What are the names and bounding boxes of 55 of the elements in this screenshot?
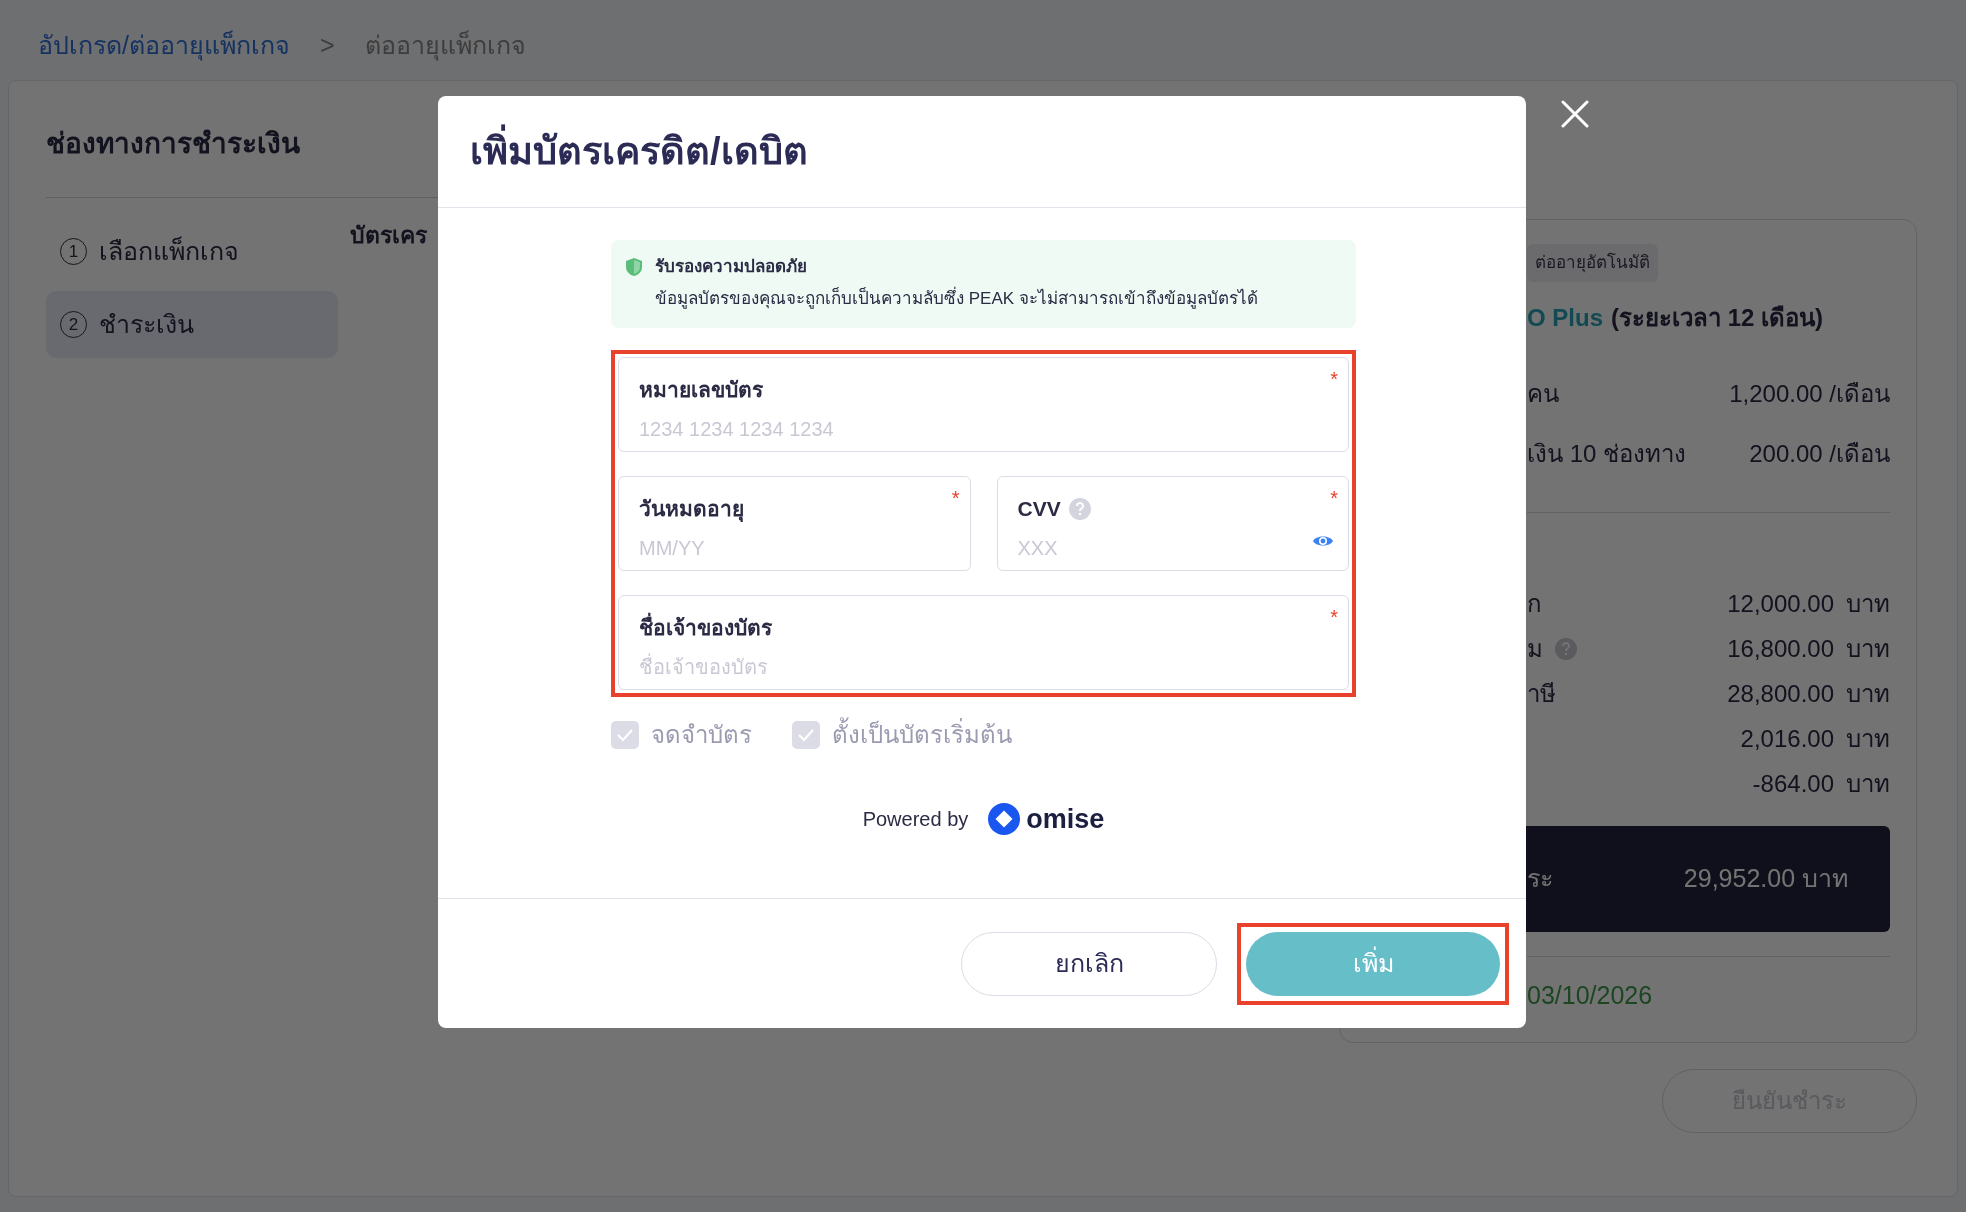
item-value: 1,200.00 /เดือน: [1729, 378, 1890, 409]
help-icon[interactable]: [1068, 497, 1091, 520]
dialog-title: เพิ่มบัตรเครดิต/เดบิต: [470, 123, 808, 180]
add-button[interactable]: เพิ่ม: [1246, 931, 1500, 996]
breadcrumb-separator: >: [319, 30, 335, 62]
total-row-amount: 28,800.00: [1727, 679, 1834, 709]
notice-text: ข้อมูลบัตรของคุณจะถูกเก็บเป็นความลับซึ่ง PEAK จะไม่สามารถเข้าถึงข้อมูลบัตรได้: [654, 285, 1259, 311]
total-row-label: ม: [1527, 634, 1543, 664]
brand-name: omise: [1026, 803, 1105, 836]
total-row-amount: 2,016.00: [1740, 724, 1834, 754]
step-item[interactable]: 2 ชำระเงิน: [46, 291, 338, 358]
step-label: ชำระเงิน: [99, 308, 194, 340]
plan-name: O Plus: [1527, 302, 1604, 333]
cancel-button[interactable]: ยกเลิก: [961, 931, 1217, 996]
section-heading: บัตรเคร: [350, 221, 427, 250]
total-row-amount: 16,800.00: [1727, 634, 1834, 664]
currency-unit: บาท: [1846, 634, 1890, 664]
checkbox-label: ตั้งเป็นบัตรเริ่มต้น: [832, 717, 1012, 753]
shield-icon: [625, 256, 643, 277]
required-asterisk: *: [1330, 367, 1338, 392]
diamond-logo-icon: [988, 803, 1021, 836]
field-label: CVV: [1017, 496, 1061, 522]
help-icon[interactable]: [1555, 638, 1577, 660]
required-asterisk: *: [1330, 486, 1338, 511]
step-label: เลือกแพ็กเกจ: [99, 235, 239, 267]
total-row-label: าษี: [1527, 679, 1556, 709]
currency-unit: บาท: [1846, 769, 1890, 799]
currency-unit: บาท: [1846, 589, 1890, 619]
check-icon: [616, 728, 634, 742]
renewal-date: 03/10/2026: [1527, 979, 1654, 1011]
total-row-amount: -864.00: [1752, 769, 1834, 799]
page-title: ช่องทางการชำระเงิน: [46, 127, 300, 161]
field-label: วันหมดอายุ: [639, 496, 744, 524]
auto-renew-tag: ต่ออายุอัตโนมัติ: [1527, 244, 1658, 282]
total-row-label: ก: [1527, 589, 1542, 619]
step-item[interactable]: 1 เลือกแพ็กเกจ: [46, 218, 338, 285]
breadcrumb-link[interactable]: อัปเกรด/ต่ออายุแพ็กเกจ: [38, 27, 290, 65]
check-icon: [797, 728, 815, 742]
notice-title: รับรองความปลอดภัย: [655, 256, 807, 278]
powered-by-text: Powered by: [862, 807, 969, 833]
field-label: ชื่อเจ้าของบัตร: [639, 612, 772, 644]
total-row-amount: 12,000.00: [1727, 589, 1834, 619]
item-label: เงิน 10 ช่องทาง: [1527, 438, 1687, 469]
required-asterisk: *: [951, 486, 960, 511]
field-label: หมายเลขบัตร: [639, 377, 763, 403]
checkbox-label: จดจำบัตร: [651, 720, 752, 750]
total-amount: 29,952.00 บาท: [1683, 862, 1848, 894]
total-label: ระ: [1527, 862, 1553, 894]
close-icon[interactable]: [1561, 100, 1589, 128]
currency-unit: บาท: [1846, 679, 1890, 709]
item-label: คน: [1527, 378, 1559, 409]
required-asterisk: *: [1330, 605, 1338, 630]
currency-unit: บาท: [1846, 724, 1890, 754]
item-value: 200.00 /เดือน: [1749, 438, 1890, 469]
plan-period: (ระยะเวลา 12 เดือน): [1611, 302, 1824, 333]
